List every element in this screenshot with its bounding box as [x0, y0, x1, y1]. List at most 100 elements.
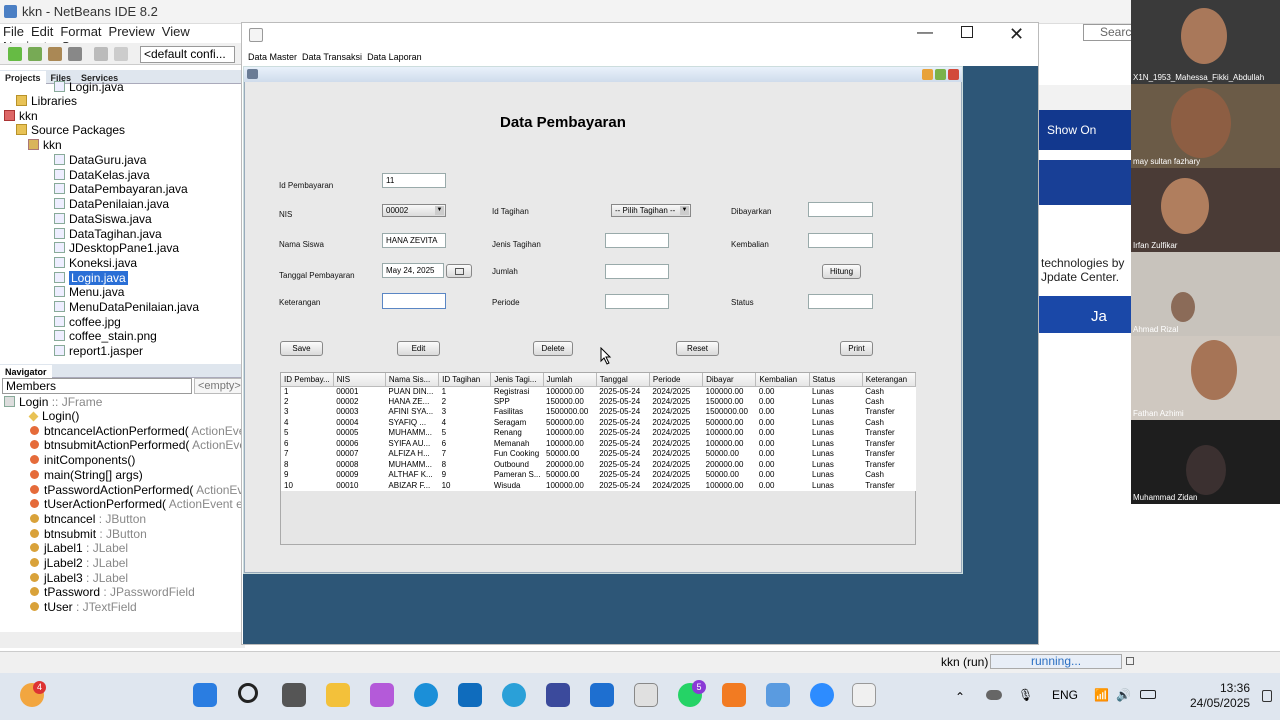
- table-row[interactable]: 8 00008 MUHAMM... 8 Outbound 200000.00 2025-05…: [281, 460, 916, 471]
- jenis-tagihan-field[interactable]: [605, 233, 669, 248]
- table-row[interactable]: 2 00002 HANA ZE... 2 SPP 150000.00 2025-05-24 2…: [281, 397, 916, 408]
- navigator-member[interactable]: btncancel : JButton: [30, 512, 146, 527]
- menu-data-transaksi[interactable]: Data Transaksi: [302, 52, 362, 62]
- tree-file[interactable]: DataPembayaran.java: [54, 182, 188, 197]
- column-header[interactable]: Nama Sis...: [385, 373, 440, 387]
- microphone-icon[interactable]: 🎙: [1018, 688, 1033, 702]
- navigator-root[interactable]: Login :: JFrame: [4, 395, 102, 410]
- progress-bar[interactable]: running...: [990, 654, 1122, 669]
- nis-select[interactable]: 00002 ▼: [382, 204, 446, 217]
- chevron-up-icon[interactable]: ⌃: [955, 690, 965, 704]
- status-field[interactable]: [808, 294, 873, 309]
- column-header[interactable]: Dibayar: [702, 373, 757, 387]
- column-header[interactable]: Keterangan: [862, 373, 917, 387]
- tree-file[interactable]: Login.java: [54, 270, 128, 286]
- navigator-member[interactable]: btnsubmit : JButton: [30, 527, 147, 542]
- tree-file[interactable]: report1.jasper: [54, 344, 143, 359]
- navigator-member[interactable]: main(String[] args): [30, 468, 143, 483]
- column-header[interactable]: ID Pembay...: [281, 373, 334, 387]
- copilot-icon[interactable]: [370, 683, 394, 707]
- cloud-icon[interactable]: [986, 690, 1002, 700]
- tree-file[interactable]: JDesktopPane1.java: [54, 241, 179, 256]
- nama-siswa-field[interactable]: HANA ZEVITA: [382, 233, 446, 248]
- table-row[interactable]: 3 00003 AFINI SYA... 3 Fasilitas 1500000.00 20…: [281, 407, 916, 418]
- id-tagihan-select[interactable]: -- Pilih Tagihan -- ▼: [611, 204, 691, 217]
- new-file-icon[interactable]: [8, 47, 22, 61]
- edge-icon[interactable]: [414, 683, 438, 707]
- frame-menu-icon[interactable]: [247, 69, 258, 79]
- navigator-member[interactable]: jLabel3 : JLabel: [30, 571, 128, 586]
- reset-button[interactable]: Reset: [676, 341, 719, 356]
- navigator-member[interactable]: initComponents(): [30, 453, 135, 468]
- task-view-icon[interactable]: [282, 683, 306, 707]
- tree-file[interactable]: Menu.java: [54, 285, 124, 300]
- menu-preview[interactable]: Preview: [109, 24, 155, 39]
- tree-file[interactable]: coffee.jpg: [54, 315, 121, 330]
- navigator-member[interactable]: jLabel2 : JLabel: [30, 556, 128, 571]
- tree-file[interactable]: DataKelas.java: [54, 168, 150, 183]
- print-button[interactable]: Print: [840, 341, 873, 356]
- clock[interactable]: 13:36 24/05/2025: [1190, 681, 1250, 711]
- save-all-icon[interactable]: [68, 47, 82, 61]
- maximize-button[interactable]: [961, 26, 973, 38]
- tab-navigator[interactable]: Navigator: [0, 365, 52, 379]
- stop-icon[interactable]: [1126, 657, 1134, 665]
- help-icon[interactable]: [502, 683, 526, 707]
- tree-file[interactable]: DataPenilaian.java: [54, 197, 169, 212]
- volume-icon[interactable]: 🔊: [1116, 688, 1131, 702]
- table-row[interactable]: 4 00004 SYAFIQ ... 4 Seragam 500000.00 2025-05…: [281, 418, 916, 429]
- start-icon[interactable]: [193, 683, 217, 707]
- tree-project[interactable]: kkn: [4, 109, 38, 124]
- iframe-minimize-button[interactable]: [922, 69, 933, 80]
- table-row[interactable]: 1 00001 PUAN DIN... 1 Registrasi 100000.00 202…: [281, 386, 916, 397]
- id-pembayaran-field[interactable]: 11: [382, 173, 446, 188]
- filter-select[interactable]: <empty>: [194, 378, 242, 394]
- tree-source-packages[interactable]: Source Packages: [16, 123, 125, 138]
- undo-icon[interactable]: [94, 47, 108, 61]
- tree-libraries[interactable]: Libraries: [16, 94, 77, 109]
- delete-button[interactable]: Delete: [533, 341, 573, 356]
- tree-file-login-top[interactable]: Login.java: [54, 80, 124, 95]
- navigator-member[interactable]: tPassword : JPasswordField: [30, 585, 195, 600]
- column-header[interactable]: ID Tagihan: [438, 373, 492, 387]
- column-header[interactable]: Tanggal: [596, 373, 650, 387]
- keterangan-field[interactable]: [382, 293, 446, 309]
- outlook-icon[interactable]: [458, 683, 482, 707]
- tree-file[interactable]: DataSiswa.java: [54, 212, 152, 227]
- navigator-member[interactable]: tUserActionPerformed( ActionEvent evt): [30, 497, 256, 512]
- table-row[interactable]: 7 00007 ALFIZA H... 7 Fun Cooking 50000.00 202…: [281, 449, 916, 460]
- config-select[interactable]: <default confi...: [140, 46, 235, 63]
- tree-file[interactable]: Koneksi.java: [54, 256, 137, 271]
- tree-package[interactable]: kkn: [28, 138, 62, 153]
- column-header[interactable]: Jumlah: [543, 373, 597, 387]
- navigator-member[interactable]: jLabel1 : JLabel: [30, 541, 128, 556]
- date-picker-button[interactable]: [446, 264, 472, 278]
- payment-table[interactable]: ID Pembay... NIS Nama Sis... ID Tagihan Jeni…: [280, 372, 917, 545]
- save-button[interactable]: Save: [280, 341, 323, 356]
- redo-icon[interactable]: [114, 47, 128, 61]
- jumlah-field[interactable]: [605, 264, 669, 279]
- menu-data-master[interactable]: Data Master: [248, 52, 297, 62]
- periode-field[interactable]: [605, 294, 669, 309]
- dibayarkan-field[interactable]: [808, 202, 873, 217]
- tree-file[interactable]: coffee_stain.png: [54, 329, 157, 344]
- xampp-icon[interactable]: [722, 683, 746, 707]
- column-header[interactable]: Periode: [649, 373, 704, 387]
- menu-edit[interactable]: Edit: [31, 24, 53, 39]
- edit-button[interactable]: Edit: [397, 341, 440, 356]
- battery-icon[interactable]: [1140, 690, 1156, 699]
- store-icon[interactable]: [634, 683, 658, 707]
- iframe-maximize-button[interactable]: [935, 69, 946, 80]
- wifi-icon[interactable]: 📶: [1094, 688, 1109, 702]
- tanggal-field[interactable]: May 24, 2025: [382, 263, 444, 278]
- file-explorer-icon[interactable]: [326, 683, 350, 707]
- zoom-icon[interactable]: [810, 683, 834, 707]
- java-taskbar-icon[interactable]: [852, 683, 876, 707]
- show-on-startup[interactable]: Show On Startup: [1039, 110, 1131, 177]
- hitung-button[interactable]: Hitung: [822, 264, 861, 279]
- open-project-icon[interactable]: [48, 47, 62, 61]
- column-header[interactable]: Kembalian: [755, 373, 810, 387]
- members-select[interactable]: Members: [2, 378, 192, 394]
- minimize-button[interactable]: —: [917, 24, 933, 42]
- tab-projects[interactable]: Projects: [0, 71, 46, 85]
